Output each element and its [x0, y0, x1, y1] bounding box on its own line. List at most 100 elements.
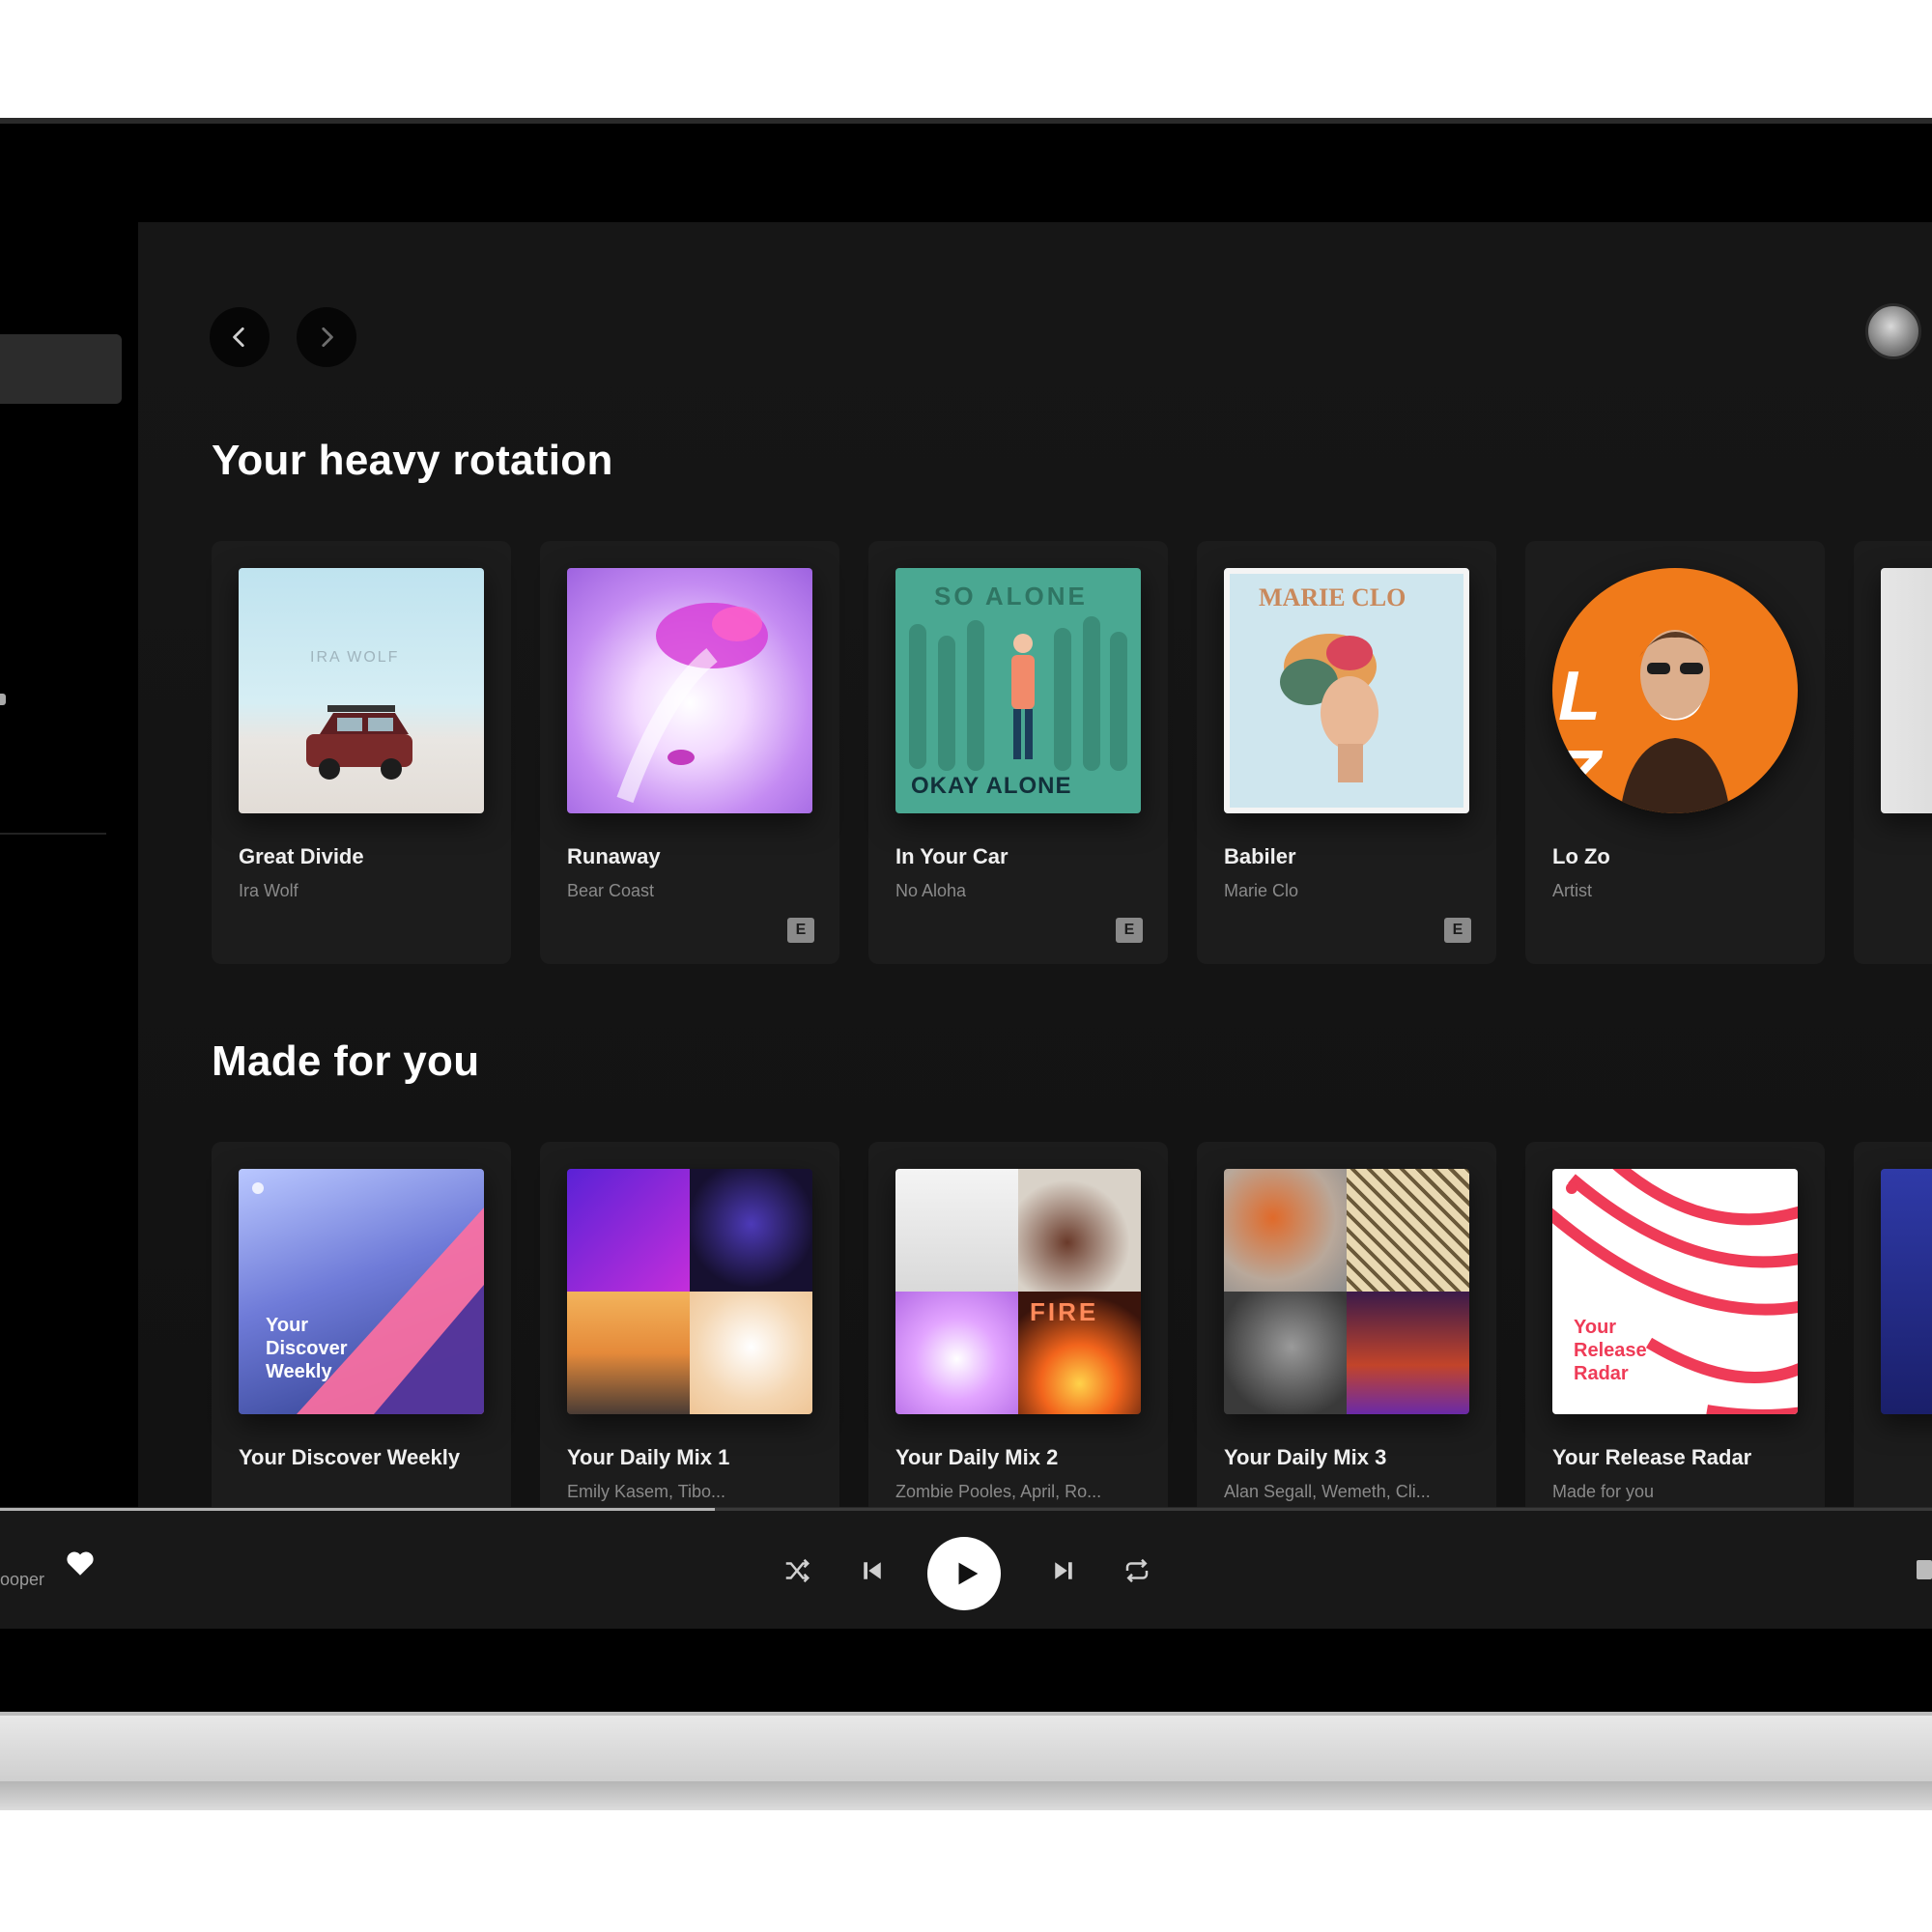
section-title-heavy-rotation[interactable]: Your heavy rotation [212, 437, 613, 485]
previous-button[interactable] [856, 1554, 889, 1587]
section-title-made-for-you[interactable]: Made for you [212, 1037, 479, 1086]
skip-back-icon [864, 1562, 881, 1579]
card-title: Babiler [1224, 844, 1296, 868]
album-art-purple-smoke [567, 568, 812, 813]
art-label: SO ALONE [934, 582, 1088, 611]
playlist-art-partial [1881, 1169, 1932, 1414]
mix-tile [1018, 1169, 1141, 1292]
card-title: Your Daily Mix 1 [567, 1445, 730, 1469]
laptop-base [0, 1712, 1932, 1781]
mix-tile [1224, 1292, 1347, 1414]
album-card[interactable]: IRA WOLF Great Divide Ira Wolf [212, 541, 511, 964]
card-title: Your Discover Weekly [239, 1445, 461, 1469]
sidebar-divider [0, 833, 106, 835]
card-title: Your Release Radar [1552, 1445, 1752, 1469]
mix-tile [1347, 1292, 1469, 1414]
chevron-left-icon [233, 327, 244, 348]
car-illustration [306, 705, 412, 780]
art-label: Your Discover Weekly [266, 1315, 348, 1382]
mix-tile [567, 1169, 690, 1292]
repeat-button[interactable] [1121, 1554, 1153, 1587]
chevron-right-icon [322, 327, 333, 348]
album-card[interactable]: Runaway Bear Coast E [540, 541, 839, 964]
card-subtitle[interactable]: Bear Coast [567, 879, 812, 902]
main-content: Your heavy rotation IRA WOLF Great Divid… [138, 222, 1932, 1507]
playlist-card[interactable]: Your Daily Mix 3 Alan Segall, Wemeth, Cl… [1197, 1142, 1496, 1507]
card-title: Your Daily Mix 2 [895, 1445, 1059, 1469]
album-art-desert-car: IRA WOLF [239, 568, 484, 813]
play-icon [958, 1562, 979, 1585]
sidebar [0, 124, 138, 1515]
album-card[interactable]: SO ALONE OKAY ALONE In Your Car No Aloha… [868, 541, 1168, 964]
repeat-icon [1125, 1558, 1149, 1583]
album-art-marie-clo: MARIE CLO [1224, 568, 1469, 813]
sidebar-indicator [0, 694, 6, 705]
art-label: FIRE [1030, 1297, 1099, 1326]
card-title: In Your Car [895, 844, 1009, 868]
playlist-art-discover-weekly: Your Discover Weekly [239, 1169, 484, 1414]
playlist-card-partial[interactable] [1854, 1142, 1932, 1507]
playlist-card[interactable]: FIRE Your Daily Mix 2 Zombie Pooles, Apr… [868, 1142, 1168, 1507]
playlist-card[interactable]: Your Discover Weekly Your Discover Weekl… [212, 1142, 511, 1507]
shuffle-icon [785, 1558, 810, 1583]
playlist-card[interactable]: Your Release Radar Your Release Radar Ma… [1525, 1142, 1825, 1507]
card-subtitle: Made for you [1552, 1482, 1655, 1501]
album-art-so-alone: SO ALONE OKAY ALONE [895, 568, 1141, 813]
mix-tile [895, 1292, 1018, 1414]
sidebar-active-item[interactable] [0, 334, 122, 404]
explicit-badge: E [1116, 918, 1143, 943]
heart-icon[interactable] [64, 1547, 97, 1579]
explicit-badge: E [787, 918, 814, 943]
album-card[interactable]: MARIE CLO Babiler Marie Clo E [1197, 541, 1496, 964]
card-title: Runaway [567, 844, 661, 868]
playlist-card[interactable]: Your Daily Mix 1 Emily Kasem, Tibo... [540, 1142, 839, 1507]
queue-icon[interactable] [1917, 1560, 1932, 1579]
mix-tile [1347, 1169, 1469, 1292]
mix-tile [895, 1169, 1018, 1292]
skip-forward-icon [1055, 1562, 1072, 1579]
heavy-rotation-row: IRA WOLF Great Divide Ira Wolf Runaway B… [212, 541, 1932, 964]
artist-card[interactable]: LO ZO Lo Zo Artist [1525, 541, 1825, 964]
person-illustration [1620, 630, 1730, 813]
back-button[interactable] [210, 307, 270, 367]
now-playing-bar: ooper [0, 1507, 1932, 1629]
playlist-art-release-radar: Your Release Radar [1552, 1169, 1798, 1414]
mix-tile [1224, 1169, 1347, 1292]
shuffle-button[interactable] [781, 1554, 813, 1587]
mix-tile [567, 1292, 690, 1414]
mix-tile: FIRE [1018, 1292, 1141, 1414]
mix-tile [690, 1292, 812, 1414]
laptop-base-edge [0, 1781, 1932, 1810]
card-subtitle: Emily Kasem, Tibo... [567, 1482, 726, 1501]
playlist-art-daily-mix-3 [1224, 1169, 1469, 1414]
user-avatar[interactable] [1865, 303, 1921, 359]
smoke-illustration [616, 603, 768, 804]
playlist-art-daily-mix-2: FIRE [895, 1169, 1141, 1414]
album-card-partial[interactable] [1854, 541, 1932, 964]
card-title: Great Divide [239, 844, 364, 868]
card-title: Lo Zo [1552, 844, 1610, 868]
art-label: OKAY ALONE [911, 773, 1072, 799]
card-subtitle[interactable]: Ira Wolf [239, 879, 484, 902]
playlist-art-daily-mix-1 [567, 1169, 812, 1414]
play-button[interactable] [927, 1537, 1001, 1610]
now-playing-artist[interactable]: ooper [0, 1570, 44, 1590]
artist-art-orange-portrait: LO ZO [1552, 568, 1798, 813]
portrait-illustration [1280, 634, 1378, 782]
made-for-you-row: Your Discover Weekly Your Discover Weekl… [212, 1142, 1932, 1507]
mix-tile [690, 1169, 812, 1292]
art-label: Your Release Radar [1574, 1317, 1647, 1384]
card-subtitle[interactable]: Marie Clo [1224, 879, 1469, 902]
forward-button[interactable] [297, 307, 356, 367]
card-subtitle: Zombie Pooles, April, Ro... [895, 1482, 1102, 1501]
spotify-window: Your heavy rotation IRA WOLF Great Divid… [0, 124, 1932, 1629]
laptop-screen-bezel: Your heavy rotation IRA WOLF Great Divid… [0, 118, 1932, 1729]
card-subtitle[interactable]: No Aloha [895, 879, 1141, 902]
next-button[interactable] [1047, 1554, 1080, 1587]
explicit-badge: E [1444, 918, 1471, 943]
progress-fill [0, 1508, 715, 1511]
card-subtitle: Artist [1552, 881, 1593, 900]
card-subtitle: Alan Segall, Wemeth, Cli... [1224, 1482, 1431, 1501]
album-art-partial [1881, 568, 1932, 813]
card-title: Your Daily Mix 3 [1224, 1445, 1387, 1469]
